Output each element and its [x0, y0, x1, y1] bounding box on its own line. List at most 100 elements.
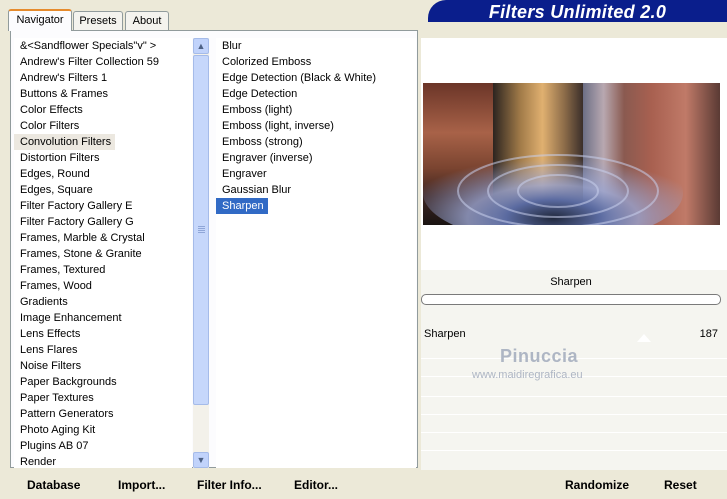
- filter-item-label: Emboss (strong): [222, 136, 303, 148]
- watermark-url: www.maidiregrafica.eu: [472, 369, 583, 381]
- category-item-label: Frames, Textured: [20, 264, 106, 276]
- category-item[interactable]: Image Enhancement: [14, 310, 192, 326]
- category-list[interactable]: &<Sandflower Specials"v" > Andrew's Filte…: [14, 38, 192, 468]
- import-label: Import...: [118, 478, 166, 492]
- filter-item[interactable]: Engraver: [216, 166, 416, 182]
- category-item-label: Frames, Stone & Granite: [20, 248, 142, 260]
- database-button[interactable]: Database: [27, 478, 80, 492]
- category-item[interactable]: Gradients: [14, 294, 192, 310]
- category-item-label: Paper Backgrounds: [20, 376, 117, 388]
- filter-item[interactable]: Emboss (strong): [216, 134, 416, 150]
- category-item-label: Paper Textures: [20, 392, 94, 404]
- category-item[interactable]: Frames, Stone & Granite: [14, 246, 192, 262]
- category-item-label: Edges, Round: [20, 168, 90, 180]
- filter-title: Sharpen: [550, 276, 592, 288]
- category-item-label: Noise Filters: [20, 360, 82, 372]
- category-item[interactable]: Color Effects: [14, 102, 192, 118]
- category-item[interactable]: Edges, Round: [14, 166, 192, 182]
- filter-item-label: Edge Detection: [222, 88, 298, 100]
- category-item-label: Convolution Filters: [14, 134, 116, 150]
- filter-item[interactable]: Blur: [216, 38, 416, 54]
- category-item[interactable]: Filter Factory Gallery E: [14, 198, 192, 214]
- watermark-name: Pinuccia: [500, 346, 579, 366]
- editor-label: Editor...: [294, 478, 339, 492]
- category-item-label: Edges, Square: [20, 184, 93, 196]
- tab-about[interactable]: About: [125, 11, 169, 30]
- reset-button[interactable]: Reset: [664, 478, 697, 492]
- category-item[interactable]: Andrew's Filters 1: [14, 70, 192, 86]
- category-item-label: Render: [20, 456, 57, 468]
- category-item[interactable]: Paper Textures: [14, 390, 192, 406]
- randomize-label: Randomize: [565, 478, 630, 492]
- tab-presets[interactable]: Presets: [73, 11, 123, 30]
- category-item[interactable]: Render: [14, 454, 192, 468]
- category-item-label: Andrew's Filter Collection 59: [20, 56, 160, 68]
- tab-about-label: About: [132, 15, 162, 27]
- filter-item[interactable]: Engraver (inverse): [216, 150, 416, 166]
- category-item[interactable]: Edges, Square: [14, 182, 192, 198]
- filter-info-button[interactable]: Filter Info...: [197, 478, 262, 492]
- filter-item[interactable]: Colorized Emboss: [216, 54, 416, 70]
- filter-item[interactable]: Edge Detection: [216, 86, 416, 102]
- category-item[interactable]: Distortion Filters: [14, 150, 192, 166]
- filter-item-label: Gaussian Blur: [222, 184, 292, 196]
- chevron-down-icon[interactable]: ▼: [193, 452, 209, 468]
- slider-thumb[interactable]: [636, 334, 651, 342]
- slider-label: Sharpen: [424, 328, 466, 340]
- category-item-label: Plugins AB 07: [20, 440, 89, 452]
- filter-item[interactable]: Edge Detection (Black & White): [216, 70, 416, 86]
- category-item-label: Frames, Marble & Crystal: [20, 232, 145, 244]
- category-item[interactable]: Filter Factory Gallery G: [14, 214, 192, 230]
- category-item-label: Color Filters: [20, 120, 80, 132]
- filter-item[interactable]: Sharpen: [216, 198, 416, 214]
- tab-navigator-label: Navigator: [16, 14, 64, 26]
- import-button[interactable]: Import...: [118, 478, 165, 492]
- filter-item-label: Emboss (light): [222, 104, 293, 116]
- category-item[interactable]: Pattern Generators: [14, 406, 192, 422]
- banner-title: Filters Unlimited 2.0: [488, 2, 667, 22]
- category-item[interactable]: Lens Effects: [14, 326, 192, 342]
- preview-image: [423, 83, 720, 225]
- category-item[interactable]: Photo Aging Kit: [14, 422, 192, 438]
- category-item[interactable]: Color Filters: [14, 118, 192, 134]
- category-item[interactable]: Plugins AB 07: [14, 438, 192, 454]
- filter-info-label: Filter Info...: [197, 478, 262, 492]
- category-item[interactable]: Buttons & Frames: [14, 86, 192, 102]
- filter-list[interactable]: Blur Colorized Emboss Edge Detection (Blac…: [216, 38, 416, 468]
- category-item[interactable]: Lens Flares: [14, 342, 192, 358]
- category-item[interactable]: Frames, Marble & Crystal: [14, 230, 192, 246]
- tab-navigator[interactable]: Navigator: [8, 9, 72, 31]
- filter-item[interactable]: Emboss (light): [216, 102, 416, 118]
- filter-item-label: Engraver: [222, 168, 267, 180]
- chevron-up-icon[interactable]: ▲: [193, 38, 209, 54]
- category-item-label: Frames, Wood: [20, 280, 92, 292]
- category-item[interactable]: Convolution Filters: [14, 134, 192, 150]
- category-item-label: Filter Factory Gallery G: [20, 216, 134, 228]
- category-item-label: Lens Flares: [20, 344, 78, 356]
- category-item[interactable]: Noise Filters: [14, 358, 192, 374]
- category-scrollbar[interactable]: ▲ ▼: [193, 38, 209, 468]
- filter-item-label: Colorized Emboss: [222, 56, 312, 68]
- scrollbar-thumb[interactable]: [193, 55, 209, 405]
- filter-item-label: Emboss (light, inverse): [222, 120, 334, 132]
- category-item-label: Photo Aging Kit: [20, 424, 96, 436]
- randomize-button[interactable]: Randomize: [565, 478, 629, 492]
- category-item[interactable]: Frames, Wood: [14, 278, 192, 294]
- category-item-label: Image Enhancement: [20, 312, 122, 324]
- progress-bar: [421, 294, 721, 305]
- filter-item-label: Blur: [222, 40, 242, 52]
- category-item-label: Buttons & Frames: [20, 88, 109, 100]
- category-item[interactable]: Andrew's Filter Collection 59: [14, 54, 192, 70]
- category-item-label: Gradients: [20, 296, 68, 308]
- category-item-label: Pattern Generators: [20, 408, 114, 420]
- database-label: Database: [27, 478, 81, 492]
- slider-row-sharpen[interactable]: Sharpen 187: [421, 326, 727, 342]
- category-item-label: Andrew's Filters 1: [20, 72, 108, 84]
- category-item[interactable]: &<Sandflower Specials"v" >: [14, 38, 192, 54]
- category-item[interactable]: Paper Backgrounds: [14, 374, 192, 390]
- filter-item[interactable]: Gaussian Blur: [216, 182, 416, 198]
- editor-button[interactable]: Editor...: [294, 478, 338, 492]
- filter-item[interactable]: Emboss (light, inverse): [216, 118, 416, 134]
- category-item[interactable]: Frames, Textured: [14, 262, 192, 278]
- filter-item-label: Edge Detection (Black & White): [222, 72, 377, 84]
